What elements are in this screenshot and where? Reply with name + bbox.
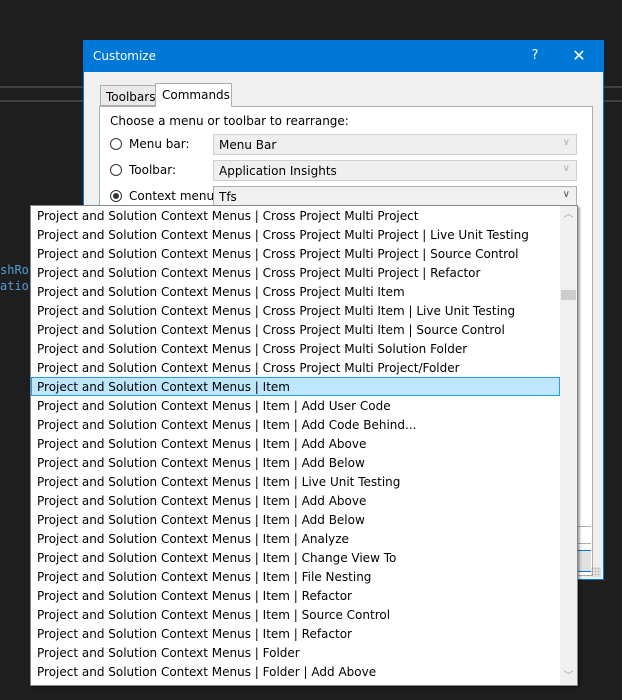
list-item[interactable]: Project and Solution Context Menus | Cro… xyxy=(31,225,560,244)
context-menu-select[interactable]: Tfs ∨ xyxy=(213,186,577,207)
list-item[interactable]: Project and Solution Context Menus | Ite… xyxy=(31,624,560,643)
list-item[interactable]: Project and Solution Context Menus | Ite… xyxy=(31,377,560,396)
dialog-title: Customize xyxy=(93,49,156,63)
menu-bar-value: Menu Bar xyxy=(219,138,277,152)
list-item[interactable]: Project and Solution Context Menus | Ite… xyxy=(31,548,560,567)
list-item[interactable]: Project and Solution Context Menus | Cro… xyxy=(31,358,560,377)
context-menu-value: Tfs xyxy=(219,190,237,204)
list-item[interactable]: Project and Solution Context Menus | Ite… xyxy=(31,396,560,415)
close-button[interactable]: ✕ xyxy=(564,45,594,67)
list-item[interactable]: Project and Solution Context Menus | Ite… xyxy=(31,434,560,453)
chevron-down-icon: ∨ xyxy=(562,137,570,148)
tab-toolbars[interactable]: Toolbars xyxy=(100,85,156,106)
prompt-label: Choose a menu or toolbar to rearrange: xyxy=(110,114,349,128)
dialog-titlebar[interactable]: Customize ? ✕ xyxy=(84,41,603,72)
list-item[interactable]: Project and Solution Context Menus | Ite… xyxy=(31,415,560,434)
list-item[interactable]: Project and Solution Context Menus | Ite… xyxy=(31,567,560,586)
vertical-scrollbar[interactable]: ︿ ﹀ xyxy=(560,206,577,685)
help-button[interactable]: ? xyxy=(525,46,545,66)
list-item[interactable]: Project and Solution Context Menus | Ite… xyxy=(31,529,560,548)
list-item[interactable]: Project and Solution Context Menus | Cro… xyxy=(31,206,560,225)
tab-commands[interactable]: Commands xyxy=(155,83,232,107)
menu-bar-radio[interactable] xyxy=(110,138,122,150)
list-item[interactable]: Project and Solution Context Menus | Ite… xyxy=(31,510,560,529)
list-item[interactable]: Project and Solution Context Menus | Ite… xyxy=(31,472,560,491)
scroll-up-icon[interactable]: ︿ xyxy=(560,206,577,223)
list-item[interactable]: Project and Solution Context Menus | Cro… xyxy=(31,339,560,358)
list-item[interactable]: Project and Solution Context Menus | Cro… xyxy=(31,244,560,263)
list-item[interactable]: Project and Solution Context Menus | Ite… xyxy=(31,605,560,624)
list-item[interactable]: Project and Solution Context Menus | Ite… xyxy=(31,491,560,510)
list-item[interactable]: Project and Solution Context Menus | Cro… xyxy=(31,282,560,301)
context-menu-radio[interactable] xyxy=(110,190,122,202)
resize-grip-icon[interactable] xyxy=(591,567,601,577)
menu-bar-label[interactable]: Menu bar: xyxy=(129,137,190,151)
menu-bar-select[interactable]: Menu Bar ∨ xyxy=(213,134,577,155)
list-item[interactable]: Project and Solution Context Menus | Ite… xyxy=(31,453,560,472)
context-menu-dropdown-list[interactable]: Project and Solution Context Menus | Cro… xyxy=(30,205,578,686)
list-item[interactable]: Project and Solution Context Menus | Ite… xyxy=(31,586,560,605)
list-item[interactable]: Project and Solution Context Menus | Cro… xyxy=(31,301,560,320)
chevron-down-icon: ∨ xyxy=(562,163,570,174)
scroll-down-icon[interactable]: ﹀ xyxy=(560,668,577,685)
scrollbar-thumb[interactable] xyxy=(561,290,576,300)
context-menu-label[interactable]: Context menu: xyxy=(129,189,218,203)
chevron-down-icon: ∨ xyxy=(562,189,570,200)
list-item[interactable]: Project and Solution Context Menus | Fol… xyxy=(31,662,560,681)
toolbar-label[interactable]: Toolbar: xyxy=(129,163,176,177)
list-item[interactable]: Project and Solution Context Menus | Fol… xyxy=(31,643,560,662)
list-item[interactable]: Project and Solution Context Menus | Cro… xyxy=(31,320,560,339)
toolbar-value: Application Insights xyxy=(219,164,337,178)
toolbar-select[interactable]: Application Insights ∨ xyxy=(213,160,577,181)
list-item[interactable]: Project and Solution Context Menus | Cro… xyxy=(31,263,560,282)
toolbar-radio[interactable] xyxy=(110,164,122,176)
dropdown-items: Project and Solution Context Menus | Cro… xyxy=(31,206,560,681)
